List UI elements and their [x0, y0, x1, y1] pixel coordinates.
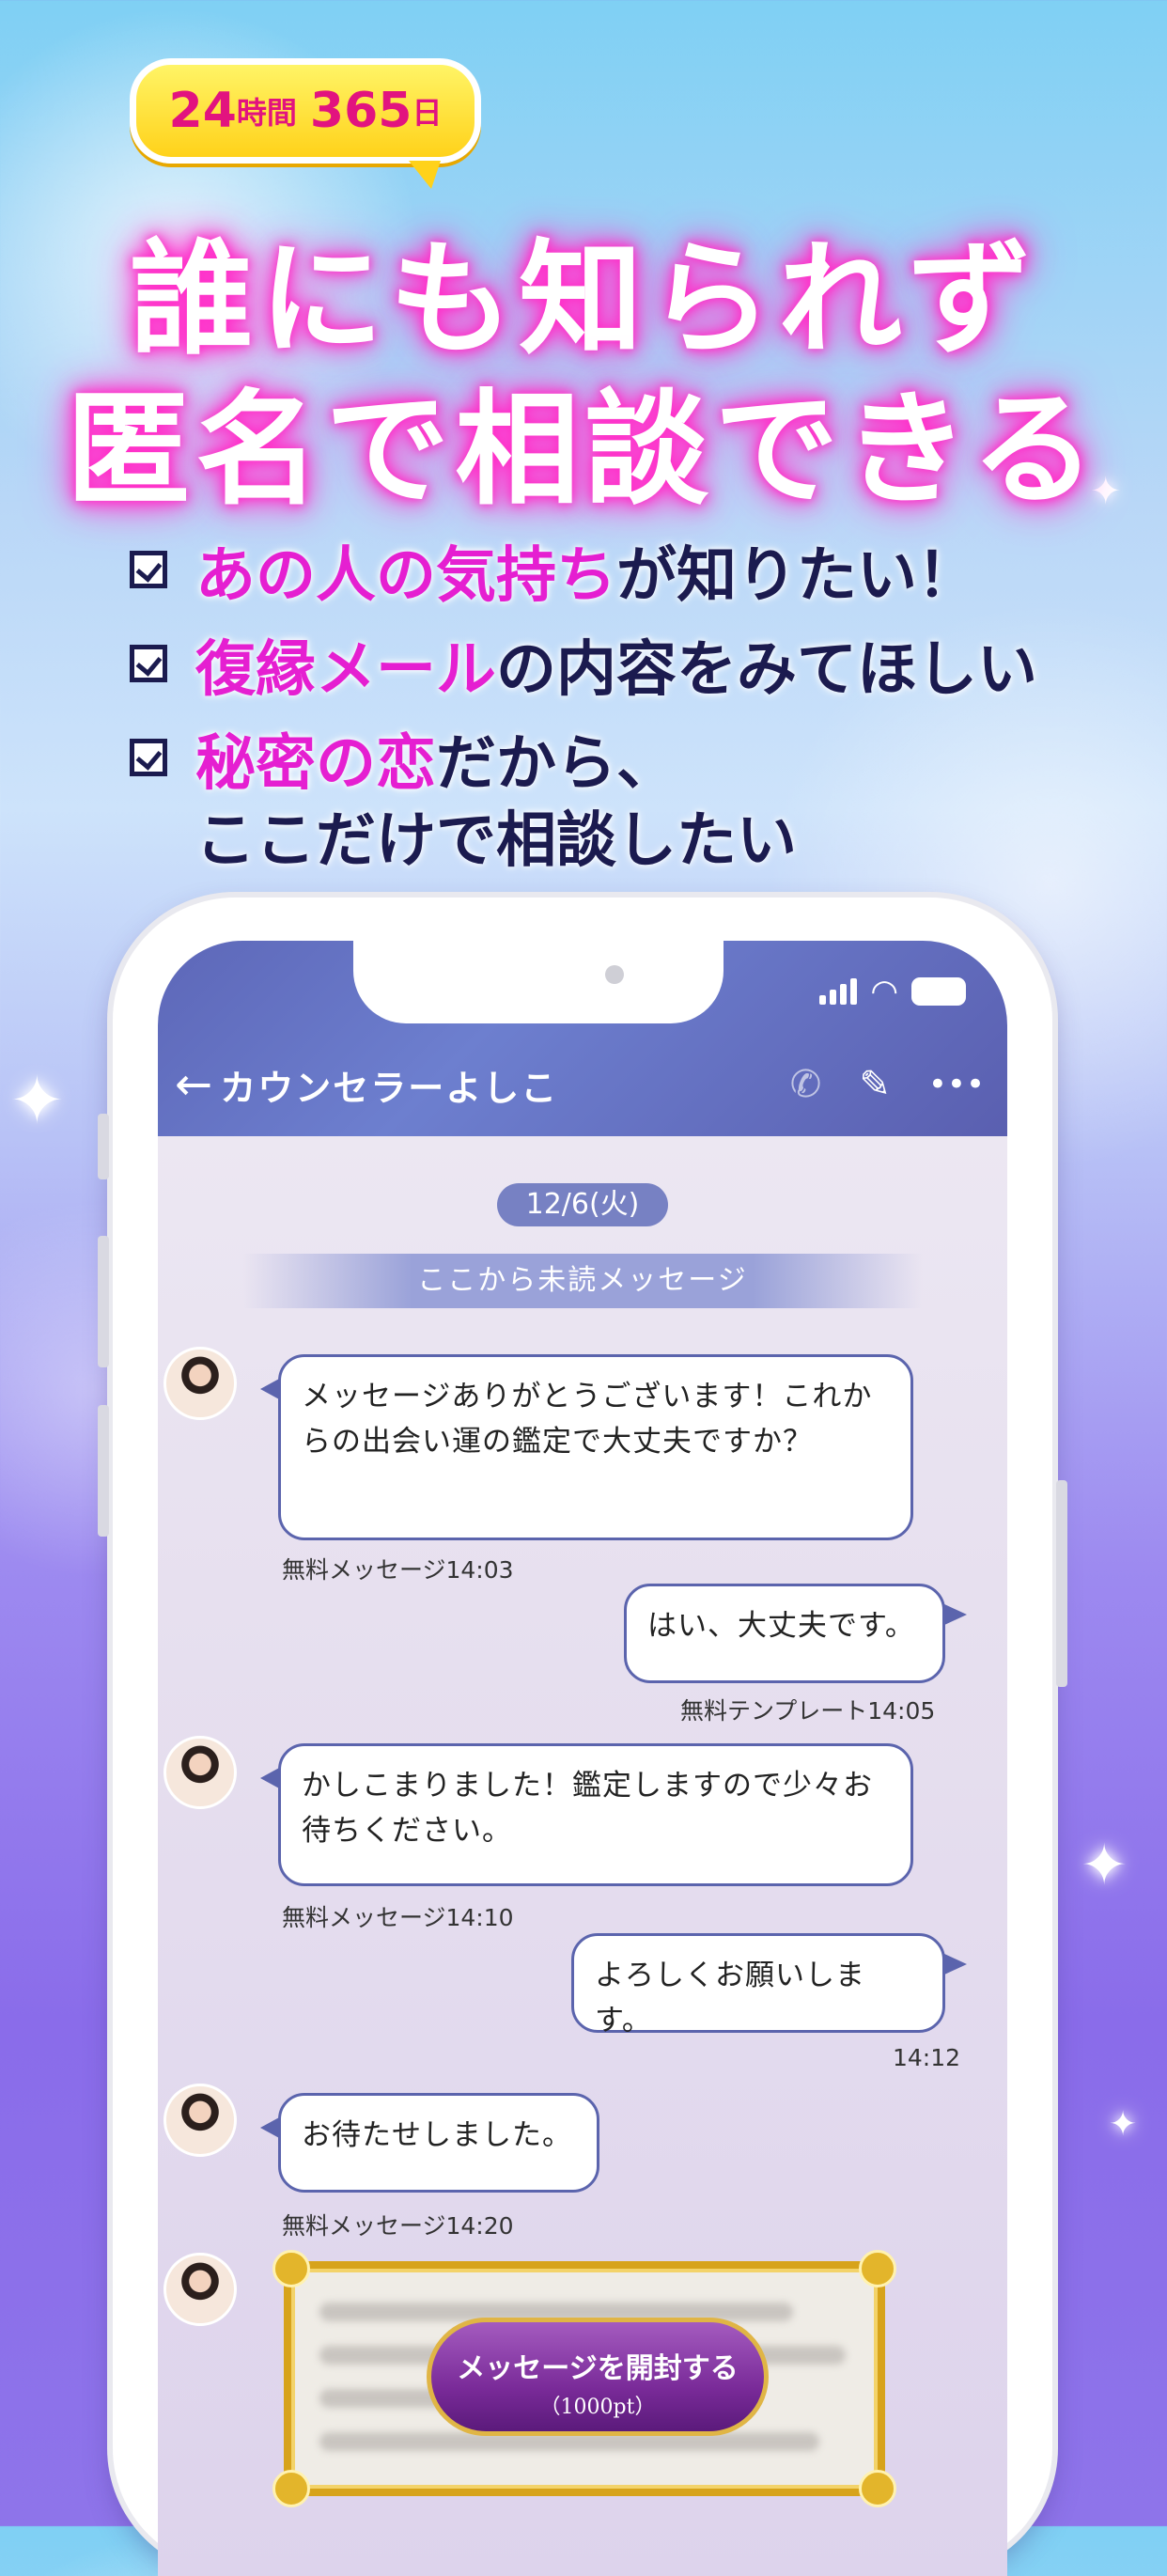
message-meta: 無料メッセージ14:10 [282, 1904, 514, 1931]
message-meta: 無料メッセージ14:20 [282, 2212, 514, 2240]
checklist-highlight: 秘密の恋 [195, 729, 436, 799]
chat-header: ◠ ← カウンセラーよしこ ✆ ✎ ••• [158, 941, 1007, 1136]
ornament-decoration [272, 2470, 310, 2507]
ornament-decoration [859, 2470, 896, 2507]
chat-nav: ← カウンセラーよしこ ✆ ✎ ••• [158, 1052, 1007, 1117]
ornament-decoration [859, 2250, 896, 2287]
avatar[interactable] [163, 1347, 237, 1420]
wifi-icon: ◠ [870, 973, 898, 1010]
checklist-text: が知りたい！ [616, 541, 977, 611]
checkbox-icon [130, 645, 167, 682]
status-bar: ◠ [819, 973, 966, 1010]
arrow-left-icon[interactable]: ← [175, 1058, 212, 1111]
ornament-decoration [272, 2250, 310, 2287]
phone-side-button [98, 1236, 109, 1367]
checklist-text: だから、 [436, 729, 677, 799]
checklist-text: の内容をみてほしい [496, 635, 1037, 705]
checklist-item: 復縁メールの内容をみてほしい [130, 632, 1037, 709]
open-button-price: （1000pt） [539, 2396, 656, 2419]
phone-mockup: ◠ ← カウンセラーよしこ ✆ ✎ ••• 12/6(火) ここから未読メッセー… [98, 898, 1067, 2576]
checklist-highlight: 復縁メール [195, 635, 496, 705]
chat-title: カウンセラーよしこ [220, 1067, 559, 1109]
phone-side-button [1056, 1480, 1067, 1687]
checklist-item: あの人の気持ちが知りたい！ [130, 538, 977, 615]
message-bubble-received: お待たせしました。 [260, 2093, 599, 2193]
avatar[interactable] [163, 2084, 237, 2157]
badge-days: 365 [309, 83, 412, 139]
checklist-highlight: あの人の気持ち [195, 541, 616, 611]
pencil-icon[interactable]: ✎ [859, 1063, 891, 1106]
headline-line2: 匿名で相談できる [66, 378, 1101, 523]
checklist-text-line2: ここだけで相談したい [195, 806, 797, 876]
sealed-message-card: メッセージを開封する （1000pt） [272, 2250, 896, 2507]
message-bubble-received: かしこまりました！鑑定しますので少々お待ちください。 [260, 1743, 913, 1886]
phone-icon[interactable]: ✆ [790, 1063, 822, 1106]
message-meta: 無料テンプレート14:05 [680, 1697, 936, 1725]
date-separator: 12/6(火) [497, 1183, 668, 1226]
checkbox-icon [130, 739, 167, 776]
message-meta: 14:12 [893, 2044, 961, 2071]
battery-icon [911, 977, 966, 1006]
badge-hours-unit: 時間 [236, 95, 297, 131]
message-bubble-received: メッセージありがとうございます！これからの出会い運の鑑定で大丈夫ですか？ [260, 1354, 913, 1540]
more-icon[interactable]: ••• [928, 1066, 985, 1103]
avatar[interactable] [163, 1736, 237, 1809]
checklist-item: 秘密の恋だから、 ここだけで相談したい [130, 726, 797, 880]
chat-screen: ◠ ← カウンセラーよしこ ✆ ✎ ••• 12/6(火) ここから未読メッセー… [158, 941, 1007, 2576]
unread-divider: ここから未読メッセージ [242, 1254, 923, 1308]
sparkle-decoration: ✦ [9, 1062, 65, 1139]
avatar[interactable] [163, 2253, 237, 2326]
open-message-button[interactable]: メッセージを開封する （1000pt） [427, 2318, 769, 2436]
open-button-label: メッセージを開封する [457, 2352, 739, 2385]
availability-badge: 24 時間 365 日 [130, 58, 481, 189]
signal-icon [819, 978, 858, 1005]
badge-days-unit: 日 [412, 95, 443, 131]
checkbox-icon [130, 551, 167, 588]
message-meta: 無料メッセージ14:03 [282, 1556, 514, 1584]
message-bubble-sent: はい、大丈夫です。 [624, 1584, 967, 1683]
sparkle-decoration: ✦ [1081, 1833, 1128, 1898]
message-bubble-sent: よろしくお願いします。 [571, 1933, 967, 2037]
badge-hours: 24 [168, 83, 237, 139]
sparkle-decoration: ✦ [1109, 2105, 1138, 2144]
phone-side-button [98, 1405, 109, 1537]
phone-side-button [98, 1114, 109, 1179]
phone-notch [353, 941, 724, 1023]
